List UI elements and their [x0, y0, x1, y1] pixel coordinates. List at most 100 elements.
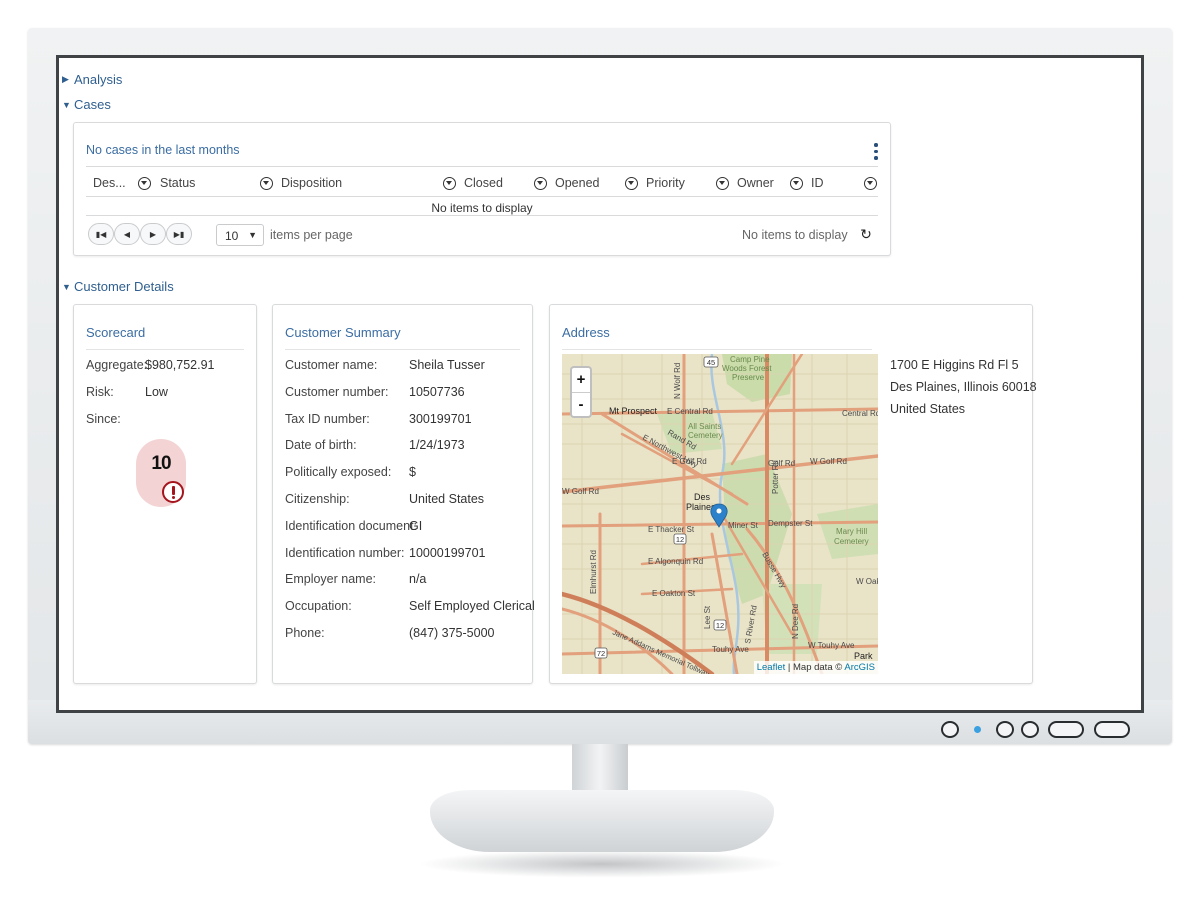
first-page-icon: ▮◀ — [95, 229, 107, 239]
address-line-1: 1700 E Higgins Rd Fl 5 — [890, 358, 1019, 372]
map-label: Park — [854, 651, 873, 661]
section-customer-details[interactable]: ▼ Customer Details — [62, 279, 174, 294]
address-map[interactable]: 45 12 12 72 Mt Prospect E Central Rd Cen… — [562, 354, 878, 674]
filter-icon[interactable] — [443, 177, 456, 190]
section-cases[interactable]: ▼ Cases — [62, 97, 111, 112]
filter-icon[interactable] — [790, 177, 803, 190]
leaflet-link[interactable]: Leaflet — [757, 662, 786, 673]
map-zoom-control: + - — [570, 366, 592, 418]
map-label: Mt Prospect — [609, 406, 658, 416]
map-label: N Dee Rd — [791, 604, 800, 639]
customer-field-value: n/a — [409, 572, 427, 587]
scorecard-title: Scorecard — [86, 325, 146, 340]
dropdown-caret-icon: ▼ — [248, 230, 257, 240]
customer-field-value: 1/24/1973 — [409, 438, 465, 453]
address-divider — [562, 349, 872, 350]
arcgis-link[interactable]: ArcGIS — [844, 662, 875, 673]
column-header-owner[interactable]: Owner — [737, 176, 774, 190]
scorecard-panel: Scorecard Aggregate: $980,752.91 Risk: L… — [73, 304, 257, 684]
zoom-out-button[interactable]: - — [572, 392, 590, 416]
map-label: Cemetery — [688, 431, 723, 440]
map-label: Touhy Ave — [712, 645, 749, 654]
map-label: 72 — [597, 649, 605, 658]
map-label: Mary Hill — [836, 527, 867, 536]
map-label: Miner St — [728, 521, 759, 530]
customer-field-value: (847) 375-5000 — [409, 626, 495, 640]
filter-icon[interactable] — [260, 177, 273, 190]
filter-icon[interactable] — [138, 177, 151, 190]
caret-down-icon: ▼ — [62, 99, 71, 110]
last-page-icon: ▶▮ — [173, 229, 185, 239]
map-label: N Wolf Rd — [673, 363, 682, 399]
map-tiles: 45 12 12 72 Mt Prospect E Central Rd Cen… — [562, 354, 878, 674]
table-header: Des... Status Disposition Closed Opened … — [86, 166, 878, 197]
map-label: Central Rd — [842, 409, 878, 418]
customer-field-label: Date of birth: — [285, 438, 357, 453]
page-size-select[interactable]: 10 ▼ — [216, 224, 264, 246]
column-header-disposition[interactable]: Disposition — [281, 176, 342, 190]
scorecard-divider — [86, 349, 244, 350]
column-header-id[interactable]: ID — [811, 176, 824, 190]
map-label: 12 — [676, 535, 684, 544]
refresh-icon: ↻ — [860, 225, 872, 242]
more-options-icon[interactable] — [874, 143, 878, 163]
risk-score-badge[interactable]: 10 — [136, 439, 186, 507]
section-customer-details-label: Customer Details — [74, 279, 174, 294]
zoom-in-button[interactable]: + — [572, 368, 590, 392]
map-label: Potter Rd — [771, 460, 780, 494]
column-header-closed[interactable]: Closed — [464, 176, 503, 190]
map-label: W Golf Rd — [562, 487, 599, 496]
customer-field-label: Identification number: — [285, 545, 405, 560]
filter-icon[interactable] — [716, 177, 729, 190]
customer-field-label: Customer number: — [285, 384, 389, 399]
map-label: E Algonquin Rd — [648, 557, 703, 566]
cases-panel-title: No cases in the last months — [86, 143, 240, 157]
map-label: Elmhurst Rd — [589, 550, 598, 594]
customer-field-value: 300199701 — [409, 411, 472, 426]
map-label: E Central Rd — [667, 407, 713, 416]
customer-summary-divider — [285, 349, 520, 350]
since-label: Since: — [86, 412, 121, 426]
column-header-opened[interactable]: Opened — [555, 176, 599, 190]
page-size-value: 10 — [225, 229, 239, 243]
first-page-button[interactable]: ▮◀ — [88, 223, 114, 245]
customer-field-value: GI — [409, 518, 423, 533]
last-page-button[interactable]: ▶▮ — [166, 223, 192, 245]
map-label: W Golf Rd — [810, 457, 847, 466]
monitor-button — [1021, 721, 1039, 738]
next-page-button[interactable]: ▶ — [140, 223, 166, 245]
column-header-status[interactable]: Status — [160, 176, 195, 190]
customer-field-label: Tax ID number: — [285, 411, 370, 426]
monitor-button — [1094, 721, 1130, 738]
empty-table-message: No items to display — [431, 201, 533, 215]
filter-icon[interactable] — [864, 177, 877, 190]
pager-status: No items to display — [742, 228, 848, 242]
monitor-power-button — [941, 721, 959, 738]
previous-page-icon: ◀ — [123, 229, 131, 239]
monitor-button — [996, 721, 1014, 738]
map-label: E Thacker St — [648, 525, 695, 534]
alert-icon — [162, 481, 184, 503]
caret-down-icon: ▼ — [62, 281, 71, 292]
monitor-base — [430, 790, 774, 852]
previous-page-button[interactable]: ◀ — [114, 223, 140, 245]
column-header-description[interactable]: Des... — [93, 176, 126, 190]
section-analysis[interactable]: ▶ Analysis — [62, 72, 122, 87]
section-cases-label: Cases — [74, 97, 111, 112]
monitor-button — [1048, 721, 1084, 738]
aggregate-label: Aggregate: — [86, 358, 148, 372]
filter-icon[interactable] — [625, 177, 638, 190]
risk-value: Low — [145, 385, 168, 399]
customer-field-label: Employer name: — [285, 572, 377, 587]
customer-field-label: Customer name: — [285, 358, 378, 372]
column-header-priority[interactable]: Priority — [646, 176, 685, 190]
attribution-text: | Map data © — [785, 662, 845, 673]
address-line-2: Des Plaines, Illinois 60018 — [890, 380, 1037, 394]
map-attribution: Leaflet | Map data © ArcGIS — [753, 661, 878, 674]
risk-label: Risk: — [86, 385, 114, 399]
filter-icon[interactable] — [534, 177, 547, 190]
refresh-button[interactable]: ↻ — [854, 222, 878, 246]
map-label: W Touhy Ave — [808, 641, 855, 650]
customer-field-value: Self Employed Clerical — [409, 599, 535, 614]
map-label: W Oak — [856, 577, 878, 586]
